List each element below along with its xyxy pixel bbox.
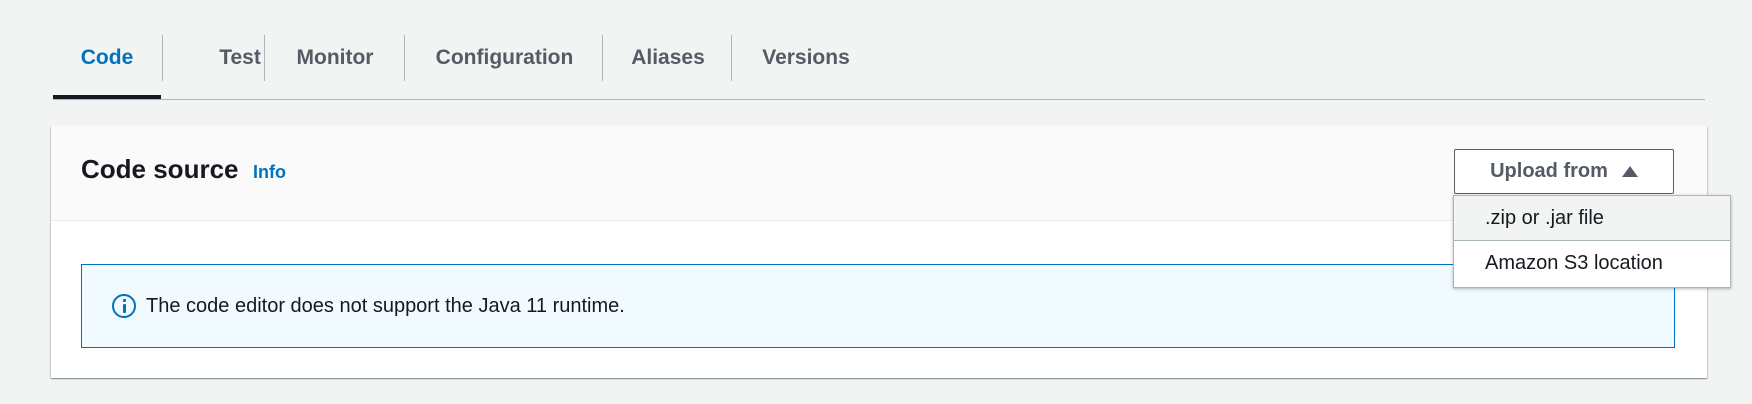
upload-from-label: Upload from bbox=[1490, 160, 1608, 182]
tab-monitor[interactable]: Monitor bbox=[265, 35, 405, 81]
panel-title: Code source bbox=[81, 154, 239, 184]
menu-item-zip-jar-file[interactable]: .zip or .jar file bbox=[1454, 196, 1730, 241]
caret-up-icon bbox=[1621, 166, 1638, 177]
upload-from-menu: .zip or .jar file Amazon S3 location bbox=[1453, 195, 1731, 288]
info-link[interactable]: Info bbox=[253, 162, 286, 183]
info-alert: The code editor does not support the Jav… bbox=[81, 264, 1675, 348]
active-tab-indicator bbox=[53, 95, 161, 99]
upload-from-button[interactable]: Upload from bbox=[1454, 149, 1674, 194]
tab-bar: Code Test Monitor Configuration Aliases … bbox=[53, 0, 1705, 100]
tab-configuration[interactable]: Configuration bbox=[405, 35, 604, 81]
menu-item-s3-location[interactable]: Amazon S3 location bbox=[1454, 241, 1730, 286]
alert-message: The code editor does not support the Jav… bbox=[146, 294, 625, 317]
tab-code[interactable]: Code bbox=[53, 35, 161, 81]
info-icon bbox=[112, 294, 136, 318]
tab-versions[interactable]: Versions bbox=[732, 35, 880, 81]
tab-aliases[interactable]: Aliases bbox=[603, 35, 733, 81]
